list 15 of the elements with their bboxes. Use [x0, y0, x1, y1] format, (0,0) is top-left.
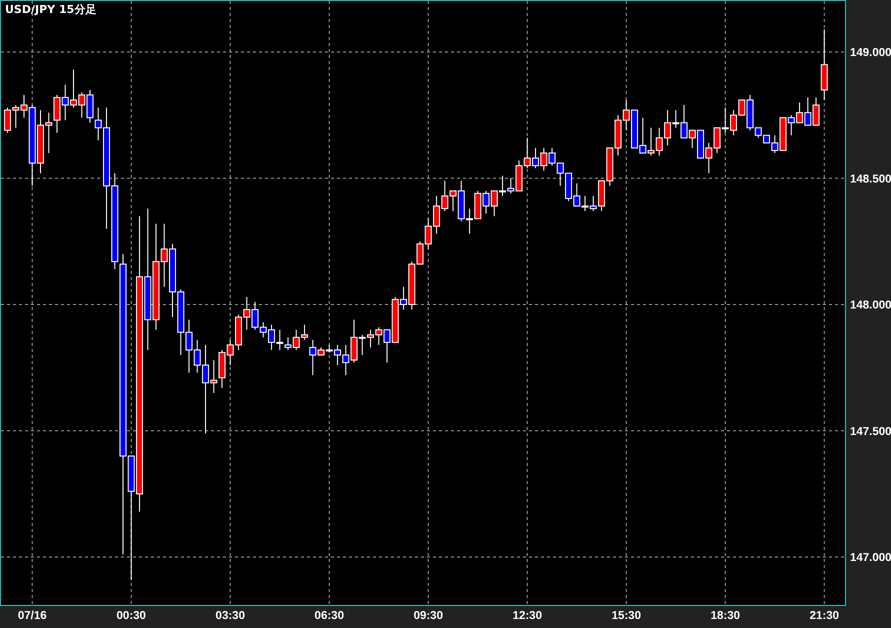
- axis-label: 147.500: [850, 426, 891, 438]
- axis-label: 149.000: [850, 47, 891, 60]
- axis-label: 09:30: [414, 610, 443, 622]
- axis-label: 07/16: [18, 610, 47, 622]
- axis-label: 21:30: [810, 610, 839, 622]
- axis-label: 148.000: [850, 300, 891, 312]
- axis-label: 18:30: [710, 610, 740, 622]
- axis-label: 06:30: [314, 610, 344, 622]
- chart-title: USD/JPY 15分足: [5, 3, 96, 16]
- axis-label: 148.500: [850, 173, 891, 186]
- axis-label: 00:30: [116, 610, 146, 622]
- axis-label: 15:30: [612, 610, 641, 622]
- axis-label: 03:30: [216, 610, 245, 622]
- axis-label: 147.000: [850, 552, 891, 564]
- axis-label: 12:30: [512, 610, 542, 622]
